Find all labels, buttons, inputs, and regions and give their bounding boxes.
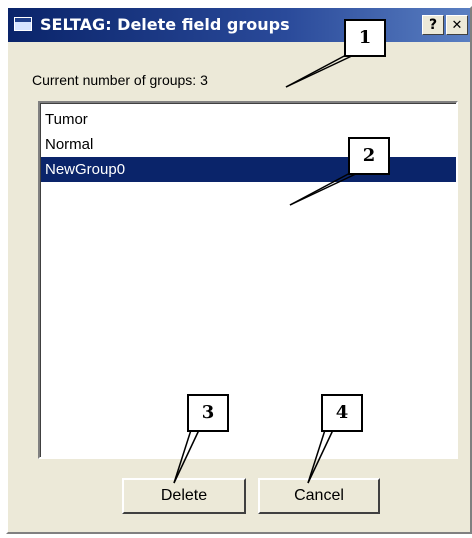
callout-1: 1 (344, 19, 386, 57)
list-item-newgroup0[interactable]: NewGroup0 (41, 157, 456, 182)
group-count-label: Current number of groups: 3 (32, 72, 208, 88)
callout-4: 4 (321, 394, 363, 432)
list-item-normal[interactable]: Normal (41, 132, 456, 157)
help-button[interactable]: ? (422, 15, 444, 35)
window-icon (14, 17, 32, 31)
close-icon: ✕ (451, 18, 463, 33)
dialog-window: SELTAG: Delete field groups ? ✕ Current … (6, 6, 472, 534)
delete-button[interactable]: Delete (122, 478, 246, 514)
window-title: SELTAG: Delete field groups (40, 15, 290, 34)
callout-2: 2 (348, 137, 390, 175)
close-button[interactable]: ✕ (446, 15, 468, 35)
list-item-tumor[interactable]: Tumor (41, 107, 456, 132)
title-bar: SELTAG: Delete field groups ? ✕ (8, 8, 470, 42)
groups-listbox[interactable]: Tumor Normal NewGroup0 (38, 101, 458, 459)
cancel-button[interactable]: Cancel (258, 478, 380, 514)
callout-3: 3 (187, 394, 229, 432)
